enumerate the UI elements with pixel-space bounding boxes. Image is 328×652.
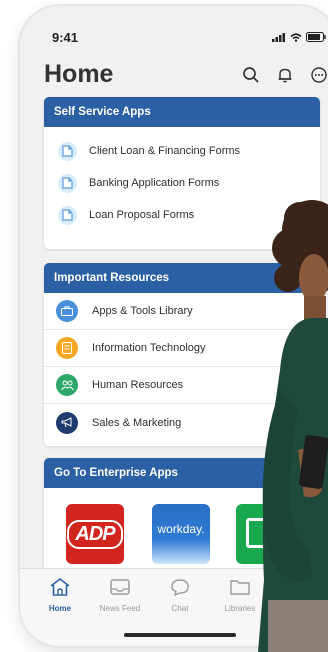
list-item-label: Human Resources (92, 379, 184, 391)
megaphone-icon (56, 411, 78, 434)
skirt (268, 600, 328, 652)
battery-icon (306, 32, 326, 42)
document-icon (58, 205, 77, 225)
self-service-header: Self Service Apps (44, 97, 320, 127)
status-time: 9:41 (52, 30, 79, 45)
list-item-label: Banking Application Forms (89, 177, 220, 189)
face (299, 254, 328, 302)
list-item-label: Loan Proposal Forms (89, 209, 195, 221)
header-actions (242, 66, 328, 84)
search-icon[interactable] (242, 66, 260, 84)
tab-news-feed[interactable]: News Feed (90, 577, 150, 613)
tab-news-feed-label: News Feed (99, 604, 141, 613)
more-icon[interactable] (310, 66, 328, 84)
list-item-label: Client Loan & Financing Forms (89, 145, 241, 157)
list-item-label: Information Technology (92, 342, 206, 354)
inbox-icon (110, 579, 130, 595)
home-indicator (124, 633, 236, 637)
monitor-icon (56, 337, 78, 359)
list-item-label: Sales & Marketing (92, 416, 182, 429)
page-title: Home (44, 60, 114, 88)
bell-icon[interactable] (276, 66, 294, 84)
wifi-icon (290, 32, 302, 42)
document-icon (58, 141, 77, 161)
status-bar: 9:41 (20, 30, 328, 50)
list-item[interactable]: Client Loan & Financing Forms (44, 135, 320, 167)
tab-home-label: Home (48, 604, 72, 613)
adp-logo: ADP (67, 519, 123, 549)
tab-chat[interactable]: Chat (150, 577, 210, 613)
briefcase-icon (56, 300, 78, 322)
chat-icon (171, 579, 189, 597)
workday-logo: workday. (157, 522, 205, 536)
people-icon (56, 374, 78, 396)
status-icons (272, 32, 326, 42)
tab-chat-label: Chat (171, 604, 189, 613)
document-icon (58, 173, 77, 193)
tab-home[interactable]: Home (30, 577, 90, 613)
home-icon (50, 577, 70, 596)
adp-app-tile[interactable]: ADP (66, 504, 124, 564)
person-photo (258, 200, 328, 652)
list-item[interactable]: Banking Application Forms (44, 167, 320, 199)
workday-app-tile[interactable]: workday. (152, 504, 210, 564)
page-header: Home (20, 58, 328, 94)
signal-icon (272, 32, 285, 42)
list-item-label: Apps & Tools Library (92, 305, 193, 317)
